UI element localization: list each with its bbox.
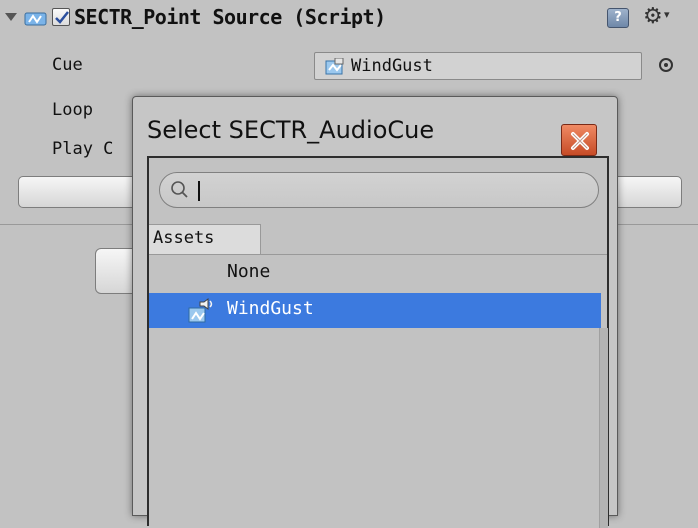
asset-list: None WindGust [149,256,607,528]
cue-value: WindGust [351,56,433,76]
tab-assets-label: Assets [153,228,215,248]
component-title: SECTR_Point Source (Script) [74,5,386,29]
search-input[interactable] [194,178,578,204]
object-picker-body: Assets None WindGust [147,156,609,528]
loop-label: Loop [52,100,93,120]
text-cursor [198,181,200,201]
tab-assets[interactable]: Assets [149,224,261,254]
checkmark-icon [55,11,69,24]
list-item-none[interactable]: None [149,256,601,291]
object-picker-icon[interactable] [659,58,673,72]
gear-icon[interactable]: ⚙ [643,4,663,29]
list-item-windgust[interactable]: WindGust [149,293,601,328]
list-scrollbar[interactable] [599,328,608,528]
search-field[interactable] [159,172,599,208]
window-title: Select SECTR_AudioCue [147,116,435,144]
foldout-arrow-icon[interactable] [3,9,19,25]
gear-dropdown-caret-icon: ▾ [664,8,670,21]
search-icon [171,181,188,198]
close-button[interactable] [561,124,597,156]
audio-cue-icon [188,298,213,323]
list-item-label: None [227,261,271,282]
play-on-start-label: Play C [52,139,114,159]
component-enabled-checkbox[interactable] [52,8,70,26]
script-icon [24,12,47,26]
close-icon [571,132,589,150]
cue-object-field[interactable]: WindGust [314,52,642,80]
cue-label: Cue [52,55,83,75]
list-item-label: WindGust [227,298,314,319]
help-icon[interactable]: ? [607,8,629,28]
select-audiocue-window: Select SECTR_AudioCue Assets None WindGu… [132,96,618,528]
component-header[interactable]: SECTR_Point Source (Script) ? ⚙ ▾ [0,0,698,40]
audio-cue-icon [325,58,344,75]
